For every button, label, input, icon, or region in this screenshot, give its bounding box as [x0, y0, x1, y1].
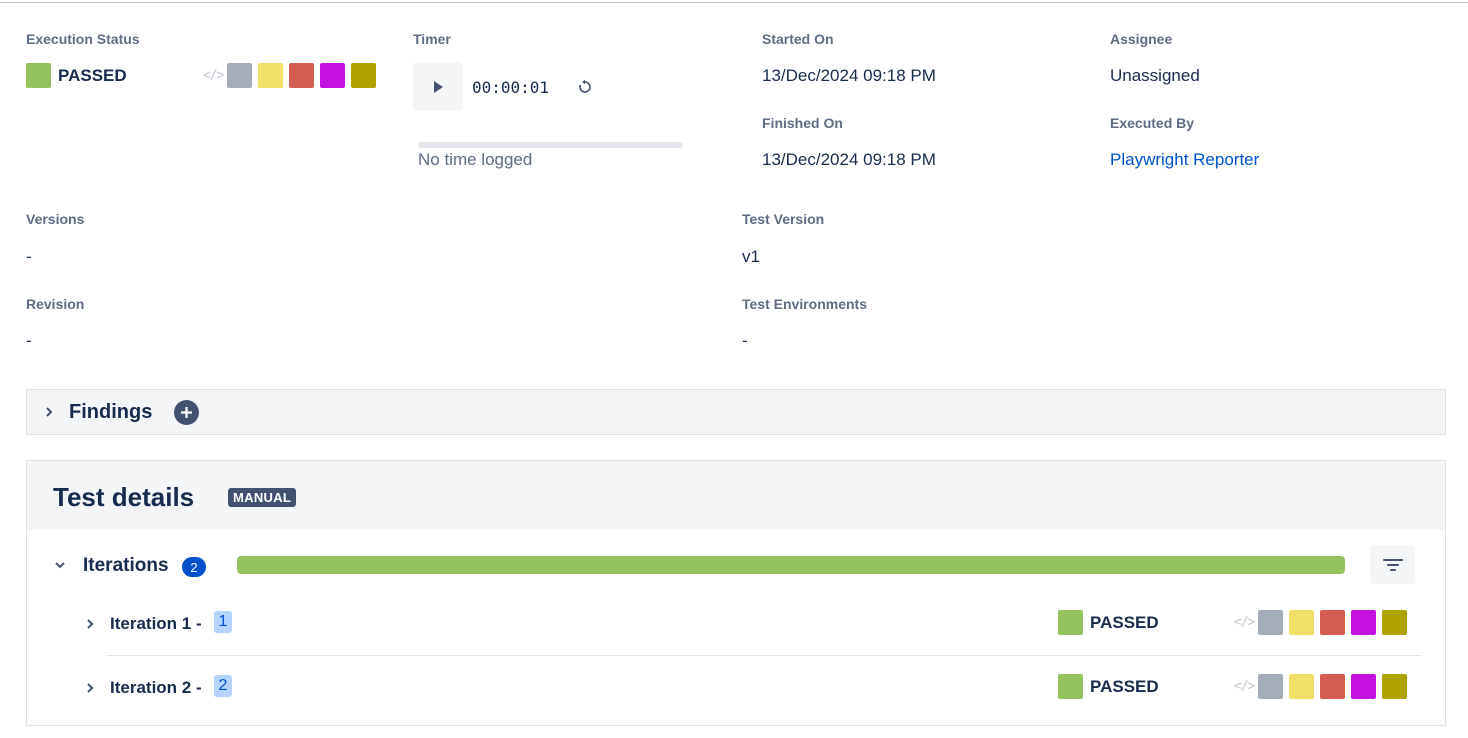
iterations-progress-bar — [237, 556, 1345, 574]
iterations-count-badge: 2 — [182, 557, 206, 577]
status-aborted-button[interactable] — [1351, 610, 1376, 635]
started-on-value: 13/Dec/2024 09:18 PM — [762, 66, 936, 85]
test-details-section: Test details MANUAL Iterations 2 Iterati… — [26, 460, 1446, 726]
chevron-down-icon — [55, 562, 65, 569]
iteration-status-value: PASSED — [1090, 676, 1159, 696]
code-icon[interactable]: </> — [1234, 679, 1255, 694]
execution-status[interactable]: PASSED — [26, 63, 127, 88]
iteration-status-value: PASSED — [1090, 612, 1159, 632]
started-on-label: Started On — [762, 31, 834, 47]
status-todo-button[interactable] — [1258, 610, 1283, 635]
test-version-value: v1 — [742, 247, 760, 266]
test-environments-value: - — [742, 331, 748, 350]
filter-icon — [1382, 558, 1403, 571]
test-type-badge: MANUAL — [228, 488, 297, 507]
chevron-right-icon — [87, 619, 94, 629]
assignee-value[interactable]: Unassigned — [1110, 66, 1200, 86]
plus-icon — [181, 406, 193, 418]
timer-label: Timer — [413, 31, 451, 47]
status-failed-button[interactable] — [289, 63, 314, 88]
passed-status-swatch — [26, 63, 51, 88]
findings-expand-toggle[interactable] — [41, 404, 57, 420]
status-failed-button[interactable] — [1320, 610, 1345, 635]
revision-value: - — [26, 331, 32, 350]
versions-value: - — [26, 247, 32, 266]
iteration-quick-status-buttons: </> — [1234, 674, 1407, 699]
assignee-label: Assignee — [1110, 31, 1173, 47]
status-aborted-button[interactable] — [320, 63, 345, 88]
status-aborted-button[interactable] — [1351, 674, 1376, 699]
code-icon[interactable]: </> — [203, 68, 224, 83]
chevron-right-icon — [46, 407, 53, 417]
status-executing-button[interactable] — [1289, 610, 1314, 635]
filter-button[interactable] — [1370, 545, 1415, 584]
passed-status-swatch — [1058, 610, 1083, 635]
findings-title: Findings — [69, 400, 153, 423]
top-divider — [0, 2, 1468, 3]
findings-section: Findings — [26, 389, 1446, 435]
timer-note: No time logged — [418, 150, 533, 169]
reset-icon — [579, 79, 591, 93]
iteration-divider — [107, 655, 1421, 656]
status-todo-button[interactable] — [227, 63, 252, 88]
iteration-label: Iteration 1 - — [110, 614, 202, 633]
timer-progress-bar — [418, 142, 683, 148]
execution-status-value: PASSED — [58, 65, 127, 85]
play-button[interactable] — [413, 62, 463, 111]
test-version-label: Test Version — [742, 211, 825, 227]
executed-by-link[interactable]: Playwright Reporter — [1110, 150, 1259, 170]
iteration-quick-status-buttons: </> — [1234, 610, 1407, 635]
add-finding-button[interactable] — [174, 399, 200, 425]
test-details-header: Test details MANUAL — [27, 461, 1445, 530]
status-executing-button[interactable] — [258, 63, 283, 88]
passed-progress-fill — [237, 556, 1345, 574]
iteration-row[interactable]: Iteration 1 - 1 PASSED </> — [27, 600, 1445, 648]
iterations-collapse-toggle[interactable] — [52, 557, 68, 573]
iteration-expand-toggle[interactable] — [83, 617, 97, 631]
status-blocked-button[interactable] — [351, 63, 376, 88]
iterations-title: Iterations — [83, 555, 169, 576]
iteration-status[interactable]: PASSED — [1058, 674, 1159, 699]
iteration-expand-toggle[interactable] — [83, 681, 97, 695]
iteration-row[interactable]: Iteration 2 - 2 PASSED </> — [27, 664, 1445, 712]
status-todo-button[interactable] — [1258, 674, 1283, 699]
iteration-number-badge: 1 — [214, 611, 232, 633]
chevron-right-icon — [87, 683, 94, 693]
status-blocked-button[interactable] — [1382, 674, 1407, 699]
reset-timer-button[interactable] — [574, 76, 596, 98]
finished-on-label: Finished On — [762, 115, 843, 131]
iteration-label: Iteration 2 - — [110, 678, 202, 697]
quick-status-buttons: </> — [203, 63, 376, 88]
play-icon — [434, 80, 443, 93]
execution-status-label: Execution Status — [26, 31, 140, 47]
test-environments-label: Test Environments — [742, 296, 867, 312]
executed-by-label: Executed By — [1110, 115, 1195, 131]
status-failed-button[interactable] — [1320, 674, 1345, 699]
iterations-header: Iterations 2 — [27, 545, 1445, 585]
iteration-number-badge: 2 — [214, 675, 232, 697]
test-details-title: Test details — [53, 482, 195, 512]
timer-value: 00:00:01 — [472, 78, 550, 97]
passed-status-swatch — [1058, 674, 1083, 699]
iteration-status[interactable]: PASSED — [1058, 610, 1159, 635]
status-executing-button[interactable] — [1289, 674, 1314, 699]
code-icon[interactable]: </> — [1234, 615, 1255, 630]
status-blocked-button[interactable] — [1382, 610, 1407, 635]
versions-label: Versions — [26, 211, 85, 227]
finished-on-value: 13/Dec/2024 09:18 PM — [762, 150, 936, 169]
revision-label: Revision — [26, 296, 85, 312]
